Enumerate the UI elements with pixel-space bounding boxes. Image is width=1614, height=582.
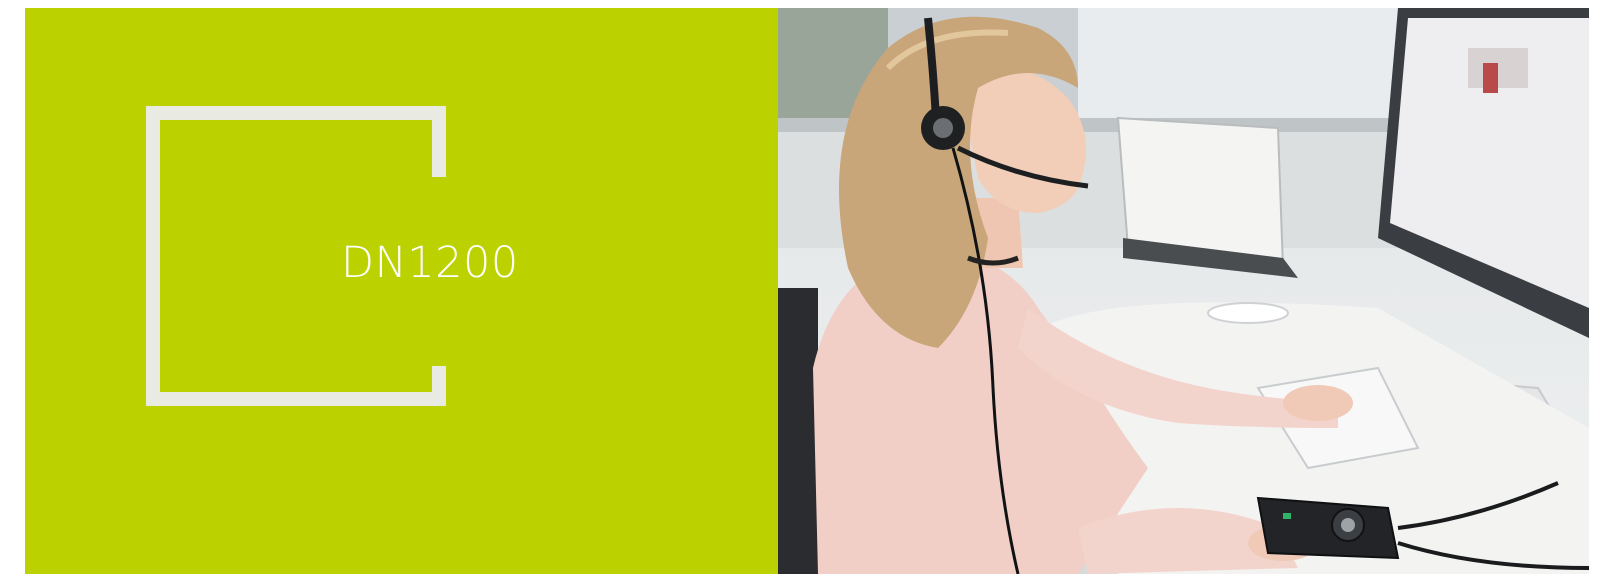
- product-model-name: DN1200: [341, 238, 519, 288]
- product-photo: [778, 8, 1589, 574]
- frame-right-top-edge: [432, 106, 446, 177]
- frame-right-bottom-edge: [432, 366, 446, 406]
- frame-left-edge: [146, 106, 160, 406]
- green-title-panel: DN1200: [25, 8, 778, 574]
- frame-top-edge: [146, 106, 446, 120]
- product-banner: DN1200: [25, 8, 1589, 574]
- photo-illustration: [778, 8, 1589, 574]
- frame-bottom-edge: [146, 392, 446, 406]
